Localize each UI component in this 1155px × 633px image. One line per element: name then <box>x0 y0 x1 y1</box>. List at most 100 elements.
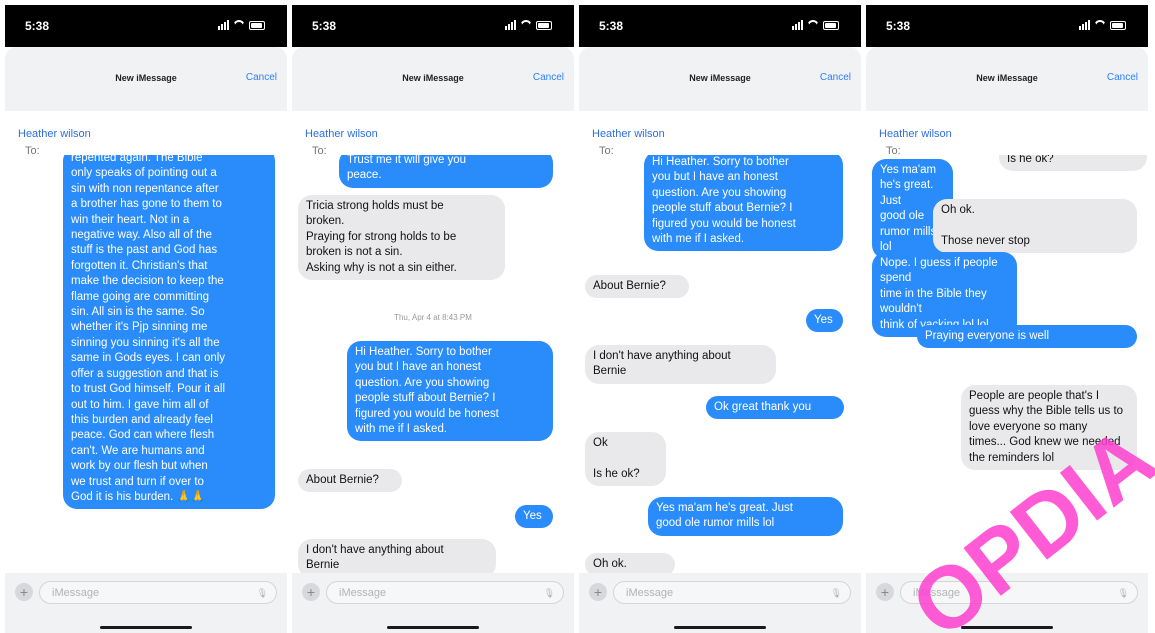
message-thread: Ok Is he ok?Yes ma'am he's great. Just g… <box>866 155 1148 573</box>
status-bar: 5:38 <box>5 5 287 47</box>
page-title: New iMessage <box>402 73 464 83</box>
sheet-header: New iMessage Cancel <box>292 47 574 111</box>
signal-icon <box>792 20 803 30</box>
message-placeholder: iMessage <box>339 587 387 599</box>
plus-icon[interactable]: + <box>876 583 894 601</box>
sent-message-bubble[interactable]: Yes <box>806 309 843 333</box>
mic-icon[interactable]: 🎙 <box>257 582 268 605</box>
message-thread: repented again. The Bible only speaks of… <box>5 155 287 573</box>
status-time: 5:38 <box>25 19 50 33</box>
sheet-header: New iMessage Cancel <box>866 47 1148 111</box>
plus-icon[interactable]: + <box>302 583 320 601</box>
recipient-name[interactable]: Heather wilson <box>592 128 665 140</box>
recipient-name[interactable]: Heather wilson <box>18 128 91 140</box>
message-input[interactable]: iMessage 🎙 <box>39 581 277 604</box>
compose-sheet: New iMessage Cancel To: Heather wilson repen… <box>5 47 287 633</box>
message-placeholder: iMessage <box>52 587 100 599</box>
recipient-field[interactable]: To: Heather wilson <box>579 111 861 157</box>
phone-screen-1: 5:38 New iMessage Cancel To: Heather wilson r… <box>5 5 287 633</box>
recipient-name[interactable]: Heather wilson <box>305 128 378 140</box>
home-indicator <box>387 626 479 629</box>
status-icons <box>218 18 265 30</box>
page-title: New iMessage <box>689 73 751 83</box>
recipient-row: To: Heather wilson <box>589 128 665 157</box>
message-placeholder: iMessage <box>626 587 674 599</box>
message-placeholder: iMessage <box>913 587 961 599</box>
page-title: New iMessage <box>976 73 1038 83</box>
recipient-name[interactable]: Heather wilson <box>879 128 952 140</box>
recipient-row: To: Heather wilson <box>876 128 952 157</box>
cancel-button[interactable]: Cancel <box>533 72 564 83</box>
message-thread: Trust me it will give you peace. Tricia s… <box>292 155 574 573</box>
received-message-bubble[interactable]: Ok Is he ok? <box>999 155 1147 172</box>
status-icons <box>792 18 839 30</box>
message-input[interactable]: iMessage 🎙 <box>900 581 1138 604</box>
sent-message-bubble[interactable]: Praying everyone is well <box>917 325 1137 349</box>
wifi-icon <box>807 20 819 30</box>
status-time: 5:38 <box>886 19 911 33</box>
sent-message-bubble[interactable]: Ok great thank you <box>706 396 844 420</box>
status-icons <box>505 18 552 30</box>
received-message-bubble[interactable]: Oh ok. Those never stop <box>933 199 1137 254</box>
timestamp: Thu, Apr 4 at 8:43 PM <box>394 313 472 322</box>
home-indicator <box>961 626 1053 629</box>
recipient-field[interactable]: To: Heather wilson <box>5 111 287 157</box>
status-icons <box>1079 18 1126 30</box>
received-message-bubble[interactable]: About Bernie? <box>298 469 402 493</box>
composer-bar: + iMessage 🎙 <box>579 573 861 633</box>
received-message-bubble[interactable]: About Bernie? <box>585 275 689 299</box>
wifi-icon <box>520 20 532 30</box>
status-bar: 5:38 <box>579 5 861 47</box>
composer-bar: + iMessage 🎙 <box>5 573 287 633</box>
status-bar: 5:38 <box>866 5 1148 47</box>
plus-icon[interactable]: + <box>589 583 607 601</box>
compose-sheet: New iMessageCancelTo:Heather wilsonOk Is… <box>866 47 1148 633</box>
sheet-header: New iMessage Cancel <box>579 47 861 111</box>
mic-icon[interactable]: 🎙 <box>831 582 842 605</box>
mic-icon[interactable]: 🎙 <box>1118 582 1129 605</box>
plus-icon[interactable]: + <box>15 583 33 601</box>
cancel-button[interactable]: Cancel <box>1107 72 1138 83</box>
phone-screen-3: 5:38 New iMessage Cancel To: Heather wilson H… <box>579 5 861 633</box>
wifi-icon <box>1094 20 1106 30</box>
compose-sheet: New iMessage Cancel To: Heather wilson Hi He… <box>579 47 861 633</box>
status-time: 5:38 <box>312 19 337 33</box>
message-input[interactable]: iMessage 🎙 <box>326 581 564 604</box>
composer-bar: + iMessage 🎙 <box>292 573 574 633</box>
home-indicator <box>674 626 766 629</box>
recipient-field[interactable]: To: Heather wilson <box>292 111 574 157</box>
recipient-field[interactable]: To: Heather wilson <box>866 111 1148 157</box>
received-message-bubble[interactable]: I don't have anything about Bernie <box>585 345 776 384</box>
message-input[interactable]: iMessage 🎙 <box>613 581 851 604</box>
cancel-button[interactable]: Cancel <box>246 72 277 83</box>
sent-message-bubble[interactable]: repented again. The Bible only speaks of… <box>63 155 275 510</box>
composer-bar: + iMessage 🎙 <box>866 573 1148 633</box>
compose-sheet: New iMessage Cancel To: Heather wilson Trust… <box>292 47 574 633</box>
sheet-header: New iMessage Cancel <box>5 47 287 111</box>
sent-message-bubble[interactable]: Hi Heather. Sorry to bother you but I ha… <box>347 341 553 442</box>
signal-icon <box>218 20 229 30</box>
received-message-bubble[interactable]: Tricia strong holds must be broken. Pray… <box>298 195 505 281</box>
signal-icon <box>1079 20 1090 30</box>
battery-icon <box>1110 21 1126 30</box>
phone-screen-2: 5:38 New iMessage Cancel To: Heather wilson T… <box>292 5 574 633</box>
recipient-row: To: Heather wilson <box>15 128 91 157</box>
recipient-row: To: Heather wilson <box>302 128 378 157</box>
status-bar: 5:38 <box>292 5 574 47</box>
sent-message-bubble[interactable]: Hi Heather. Sorry to bother you but I ha… <box>644 155 843 252</box>
cancel-button[interactable]: Cancel <box>820 72 851 83</box>
sent-message-bubble[interactable]: Trust me it will give you peace. <box>339 155 553 188</box>
battery-icon <box>823 21 839 30</box>
signal-icon <box>505 20 516 30</box>
received-message-bubble[interactable]: People are people that's I guess why the… <box>961 385 1137 471</box>
received-message-bubble[interactable]: I don't have anything about Bernie <box>298 539 496 573</box>
received-message-bubble[interactable]: Oh ok. <box>585 553 675 573</box>
status-time: 5:38 <box>599 19 624 33</box>
home-indicator <box>100 626 192 629</box>
sent-message-bubble[interactable]: Yes <box>515 505 553 529</box>
page-title: New iMessage <box>115 73 177 83</box>
sent-message-bubble[interactable]: Yes ma'am he's great. Just good ole rumo… <box>648 497 843 536</box>
mic-icon[interactable]: 🎙 <box>544 582 555 605</box>
battery-icon <box>536 21 552 30</box>
received-message-bubble[interactable]: Ok Is he ok? <box>585 432 666 487</box>
